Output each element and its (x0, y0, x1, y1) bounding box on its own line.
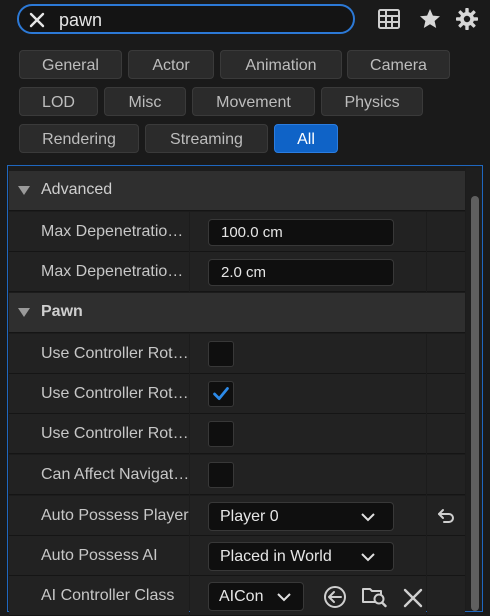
property-row: Max Depenetratio… 2.0 cm (9, 252, 465, 292)
use-controller-rotation-yaw-checkbox[interactable] (208, 381, 234, 407)
reset-to-default-icon[interactable] (436, 506, 456, 526)
property-row: Auto Possess Player Player 0 (9, 496, 465, 536)
property-label: Max Depenetratio… (41, 263, 184, 280)
property-row: AI Controller Class AICon (9, 576, 465, 616)
category-title: Pawn (41, 303, 83, 320)
filter-all[interactable]: All (274, 124, 338, 153)
property-label: Max Depenetratio… (41, 223, 184, 240)
star-icon[interactable] (418, 7, 442, 31)
vertical-scrollbar[interactable] (466, 168, 482, 611)
use-controller-rotation-pitch-checkbox[interactable] (208, 341, 234, 367)
auto-possess-player-dropdown[interactable]: Player 0 (208, 502, 394, 531)
property-label: Use Controller Rot… (41, 385, 189, 402)
filter-animation[interactable]: Animation (220, 50, 342, 79)
max-depenetration-field-1[interactable]: 100.0 cm (208, 219, 394, 246)
can-affect-navigation-checkbox[interactable] (208, 462, 234, 488)
expand-triangle-icon[interactable] (18, 308, 30, 317)
auto-possess-ai-dropdown[interactable]: Placed in World (208, 542, 394, 571)
category-title: Advanced (41, 181, 113, 198)
dropdown-value: Player 0 (220, 508, 279, 525)
checkmark-icon (213, 387, 229, 400)
filter-misc[interactable]: Misc (104, 87, 186, 116)
property-row: Auto Possess AI Placed in World (9, 536, 465, 576)
dropdown-value: Placed in World (220, 548, 332, 565)
property-row: Can Affect Navigat… (9, 455, 465, 495)
table-view-icon[interactable] (377, 7, 401, 31)
chevron-down-icon (361, 513, 375, 522)
filter-lod[interactable]: LOD (19, 87, 98, 116)
property-label: Can Affect Navigat… (41, 466, 190, 483)
details-panel: Advanced Max Depenetratio… 100.0 cm Max … (7, 165, 483, 616)
property-label: AI Controller Class (41, 587, 175, 604)
filter-streaming[interactable]: Streaming (145, 124, 268, 153)
search-input[interactable]: pawn (59, 10, 102, 31)
category-pawn[interactable]: Pawn (9, 293, 465, 333)
filter-general[interactable]: General (19, 50, 122, 79)
property-label: Auto Possess Player (41, 507, 189, 524)
filter-camera[interactable]: Camera (347, 50, 450, 79)
chevron-down-icon (277, 593, 291, 602)
category-advanced[interactable]: Advanced (9, 171, 465, 211)
property-row: Use Controller Rot… (9, 334, 465, 374)
property-label: Use Controller Rot… (41, 345, 189, 362)
chevron-down-icon (361, 553, 375, 562)
search-box[interactable]: pawn (17, 4, 355, 34)
expand-triangle-icon[interactable] (18, 186, 30, 195)
use-selected-asset-icon[interactable] (323, 585, 347, 609)
use-controller-rotation-roll-checkbox[interactable] (208, 421, 234, 447)
clear-search-icon[interactable] (29, 12, 45, 28)
dropdown-value: AICon (219, 588, 264, 605)
property-label: Use Controller Rot… (41, 425, 189, 442)
property-row: Max Depenetratio… 100.0 cm (9, 212, 465, 252)
property-row: Use Controller Rot… (9, 374, 465, 414)
filter-rendering[interactable]: Rendering (19, 124, 139, 153)
max-depenetration-field-2[interactable]: 2.0 cm (208, 259, 394, 286)
property-row: Use Controller Rot… (9, 414, 465, 454)
settings-gear-icon[interactable] (455, 7, 479, 31)
property-label: Auto Possess AI (41, 547, 158, 564)
filter-physics[interactable]: Physics (321, 87, 423, 116)
ai-controller-class-dropdown[interactable]: AICon (208, 582, 304, 611)
scrollbar-thumb[interactable] (471, 196, 479, 611)
clear-asset-icon[interactable] (403, 588, 423, 608)
filter-actor[interactable]: Actor (128, 50, 214, 79)
filter-movement[interactable]: Movement (192, 87, 315, 116)
browse-asset-icon[interactable] (361, 584, 387, 608)
